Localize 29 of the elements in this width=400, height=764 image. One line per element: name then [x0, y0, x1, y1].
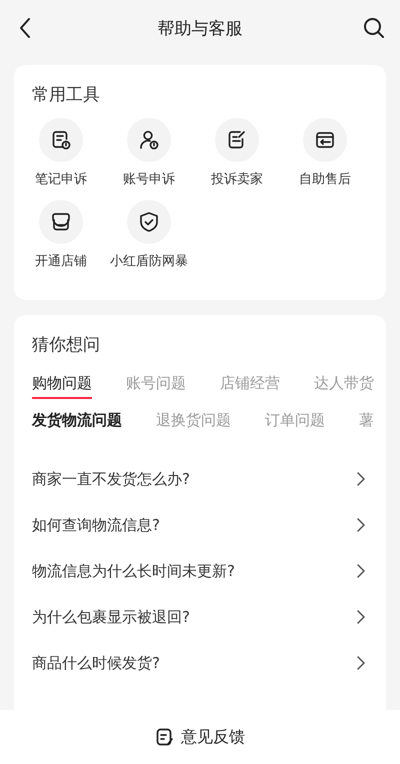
question-link[interactable]: 商家一直不发货怎么办? — [32, 470, 190, 488]
edit-icon[interactable] — [215, 118, 259, 162]
user-icon[interactable] — [127, 118, 171, 162]
question-link[interactable]: 为什么包裹显示被退回? — [32, 608, 190, 626]
section-title: 常用工具 — [32, 84, 101, 106]
question-link[interactable]: 商品什么时候发货? — [32, 654, 160, 672]
shield-icon[interactable] — [127, 200, 171, 244]
question-link[interactable]: 如何查询物流信息? — [32, 516, 160, 534]
chevron-right-icon — [356, 517, 366, 533]
return-icon[interactable] — [303, 118, 347, 162]
chevron-right-icon — [356, 609, 366, 625]
page-title: 帮助与客服 — [158, 18, 242, 40]
chevron-right-icon — [356, 563, 366, 579]
tool-label[interactable]: 笔记申诉 — [35, 170, 87, 188]
category-tab[interactable]: 购物问题 — [32, 374, 92, 399]
chevron-right-icon — [356, 655, 366, 671]
subcategory-tab[interactable]: 发货物流问题 — [32, 411, 122, 430]
tool-label[interactable]: 投诉卖家 — [211, 170, 263, 188]
store-icon[interactable] — [39, 200, 83, 244]
search-icon[interactable] — [362, 16, 386, 40]
section-title: 猜你想问 — [32, 334, 101, 356]
tool-label[interactable]: 小红盾防网暴 — [110, 252, 188, 270]
feedback-icon — [155, 727, 175, 747]
tool-label[interactable]: 自助售后 — [299, 170, 351, 188]
tool-label[interactable]: 账号申诉 — [123, 170, 175, 188]
note-icon[interactable] — [39, 118, 83, 162]
tool-label[interactable]: 开通店铺 — [35, 252, 87, 270]
question-link[interactable]: 物流信息为什么长时间未更新? — [32, 562, 235, 580]
chevron-right-icon — [356, 471, 366, 487]
